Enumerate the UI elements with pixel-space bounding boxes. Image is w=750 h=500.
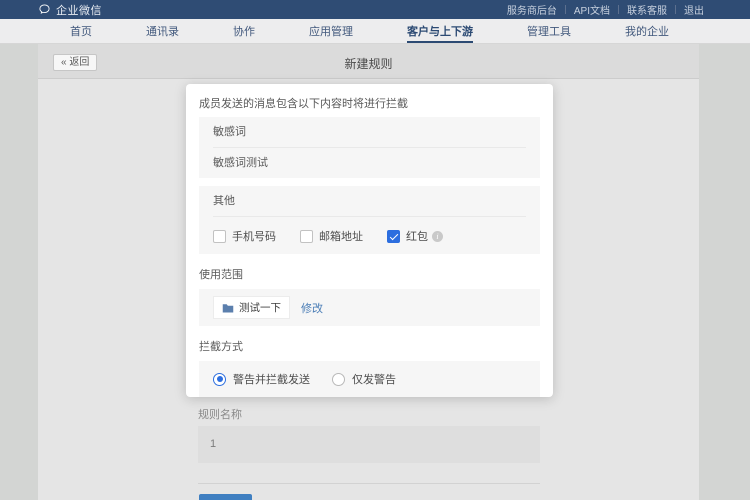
scope-label: 使用范围 [199,266,540,282]
intercept-mode-box: 警告并拦截发送 仅发警告 [199,361,540,397]
other-checkbox-row: 手机号码 邮箱地址 红包 i [213,216,526,254]
radio-label: 警告并拦截发送 [233,371,310,387]
scope-chip: 测试一下 [213,296,290,319]
intercept-mode-label: 拦截方式 [199,338,540,354]
checkbox-red-packet[interactable]: 红包 i [387,228,443,244]
tab-contacts[interactable]: 通讯录 [146,19,179,43]
page-body: « 返回 新建规则 规则名称 1 成员发送的消息包含以下内容时将进行拦截 敏感词… [0,44,750,500]
checkbox-icon[interactable] [300,230,313,243]
checkbox-checked-icon[interactable] [387,230,400,243]
rule-name-label: 规则名称 [198,406,242,422]
page-title: 新建规则 [38,55,699,72]
tab-my-company[interactable]: 我的企业 [625,19,669,43]
sensitive-words-header: 敏感词 [213,117,526,147]
tab-management-tools[interactable]: 管理工具 [527,19,571,43]
topbar-link-api-docs[interactable]: API文档 [566,2,618,17]
topbar: 企业微信 服务商后台 API文档 联系客服 退出 [0,0,750,19]
main-nav: 首页 通讯录 协作 应用管理 客户与上下游 管理工具 我的企业 [0,19,750,44]
scope-chip-label: 测试一下 [239,300,281,315]
scope-box: 测试一下 修改 [199,289,540,326]
radio-warn-only[interactable]: 仅发警告 [332,371,396,387]
sensitive-words-box: 敏感词 敏感词测试 [199,117,540,178]
checkbox-label: 手机号码 [232,228,276,244]
checkbox-phone-number[interactable]: 手机号码 [213,228,276,244]
page-titlebar: « 返回 新建规则 [38,44,699,79]
topbar-link-contact-support[interactable]: 联系客服 [619,2,675,17]
brand-name: 企业微信 [56,2,102,18]
checkbox-email-address[interactable]: 邮箱地址 [300,228,363,244]
radio-selected-icon[interactable] [213,373,226,386]
tab-app-management[interactable]: 应用管理 [309,19,353,43]
new-rule-dialog: 成员发送的消息包含以下内容时将进行拦截 敏感词 敏感词测试 其他 手机号码 邮箱… [186,84,553,397]
topbar-link-provider[interactable]: 服务商后台 [499,2,565,17]
folder-icon [222,303,234,313]
brand: 企业微信 [38,2,102,18]
topbar-links: 服务商后台 API文档 联系客服 退出 [499,2,712,17]
other-header: 其他 [213,186,526,216]
radio-label: 仅发警告 [352,371,396,387]
checkbox-label: 邮箱地址 [319,228,363,244]
tab-collaboration[interactable]: 协作 [233,19,255,43]
submit-button[interactable] [199,494,252,500]
intercept-mode-radio-row: 警告并拦截发送 仅发警告 [213,361,526,397]
checkbox-label: 红包 [406,228,428,244]
topbar-link-logout[interactable]: 退出 [676,2,712,17]
screen: 企业微信 服务商后台 API文档 联系客服 退出 首页 通讯录 协作 应用管理 … [0,0,750,500]
scope-edit-link[interactable]: 修改 [301,300,323,316]
divider [198,483,540,484]
wechat-work-logo-icon [38,3,51,16]
checkbox-icon[interactable] [213,230,226,243]
rule-name-input[interactable]: 1 [198,426,540,463]
intercept-intro-label: 成员发送的消息包含以下内容时将进行拦截 [199,97,540,111]
radio-icon[interactable] [332,373,345,386]
radio-warn-and-block[interactable]: 警告并拦截发送 [213,371,310,387]
tab-home[interactable]: 首页 [70,19,92,43]
other-box: 其他 手机号码 邮箱地址 红包 i [199,186,540,254]
tab-customers-upstream-downstream[interactable]: 客户与上下游 [407,19,473,43]
info-icon: i [432,231,443,242]
sensitive-words-item[interactable]: 敏感词测试 [213,147,526,178]
